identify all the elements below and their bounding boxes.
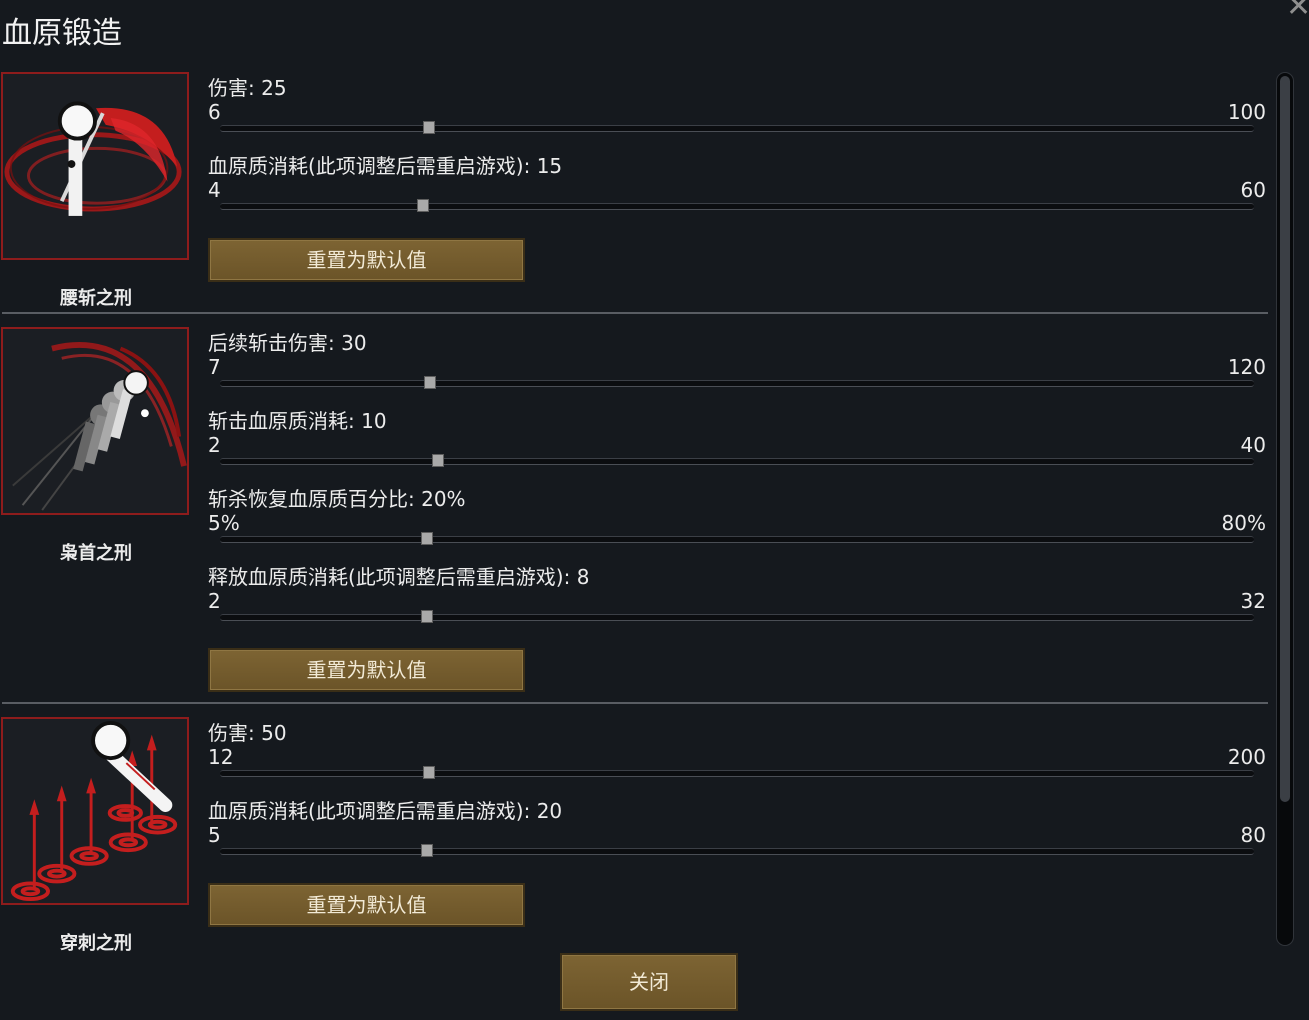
slider-max: 80%	[1221, 511, 1266, 535]
slider-handle[interactable]	[424, 376, 437, 389]
slider-max: 120	[1227, 355, 1266, 379]
reset-default-button[interactable]: 重置为默认值	[208, 238, 525, 282]
slider-track[interactable]	[220, 532, 1254, 545]
slider-min: 4	[208, 178, 221, 202]
skill-name: 穿刺之刑	[60, 933, 132, 954]
slider-min: 5%	[208, 511, 240, 535]
slider-max: 200	[1227, 745, 1266, 769]
slider-handle[interactable]	[423, 766, 435, 779]
slider-label: 血原质消耗(此项调整后需重启游戏): 15	[208, 154, 563, 178]
skill-section-2: 枭首之刑 后续斩击伤害: 30 7 120 斩击血原质消耗: 10 2 40 斩…	[0, 327, 1268, 701]
slider-track[interactable]	[220, 454, 1254, 467]
slider-max: 40	[1240, 433, 1266, 457]
slider-max: 80	[1240, 823, 1266, 847]
slider-track[interactable]	[220, 844, 1254, 857]
slider-track[interactable]	[220, 376, 1254, 389]
slider-label: 伤害: 50	[208, 721, 287, 745]
slider-min: 7	[208, 355, 221, 379]
slider-handle[interactable]	[417, 199, 430, 212]
reset-default-button[interactable]: 重置为默认值	[208, 648, 525, 692]
impale-spikes-icon	[1, 717, 189, 905]
slider-track[interactable]	[220, 199, 1254, 212]
slider-min: 2	[208, 433, 221, 457]
skill-name: 枭首之刑	[60, 543, 132, 564]
slider-max: 100	[1227, 100, 1266, 124]
waist-chop-scythe-icon	[1, 72, 189, 260]
window-title: 血原锻造	[2, 16, 122, 51]
slider-max: 60	[1240, 178, 1266, 202]
slider-handle[interactable]	[423, 121, 435, 134]
skill-section-3: 穿刺之刑 伤害: 50 12 200 血原质消耗(此项调整后需重启游戏): 20…	[0, 717, 1268, 957]
section-divider	[2, 312, 1268, 314]
skill-section-1: 腰斩之刑 伤害: 25 6 100 血原质消耗(此项调整后需重启游戏): 15 …	[0, 72, 1268, 312]
close-icon[interactable]: ✕	[1286, 0, 1309, 22]
slider-max: 32	[1240, 589, 1266, 613]
beheading-dash-icon	[1, 327, 189, 515]
slider-min: 5	[208, 823, 221, 847]
slider-track[interactable]	[220, 121, 1254, 134]
slider-label: 血原质消耗(此项调整后需重启游戏): 20	[208, 799, 563, 823]
slider-label: 后续斩击伤害: 30	[208, 331, 367, 355]
scrollbar-thumb[interactable]	[1280, 76, 1290, 802]
slider-min: 6	[208, 100, 221, 124]
slider-handle[interactable]	[431, 454, 444, 467]
slider-label: 伤害: 25	[208, 76, 287, 100]
slider-label: 释放血原质消耗(此项调整后需重启游戏): 8	[208, 565, 590, 589]
scrollbar[interactable]	[1276, 72, 1294, 946]
section-divider	[2, 702, 1268, 704]
slider-track[interactable]	[220, 610, 1254, 623]
slider-min: 12	[208, 745, 234, 769]
slider-handle[interactable]	[420, 844, 433, 857]
close-button[interactable]: 关闭	[560, 953, 738, 1011]
slider-label: 斩杀恢复血原质百分比: 20%	[208, 487, 466, 511]
reset-default-button[interactable]: 重置为默认值	[208, 883, 525, 927]
skill-name: 腰斩之刑	[60, 288, 132, 309]
slider-handle[interactable]	[420, 610, 433, 623]
slider-handle[interactable]	[420, 532, 433, 545]
slider-label: 斩击血原质消耗: 10	[208, 409, 387, 433]
slider-track[interactable]	[220, 766, 1254, 779]
slider-min: 2	[208, 589, 221, 613]
